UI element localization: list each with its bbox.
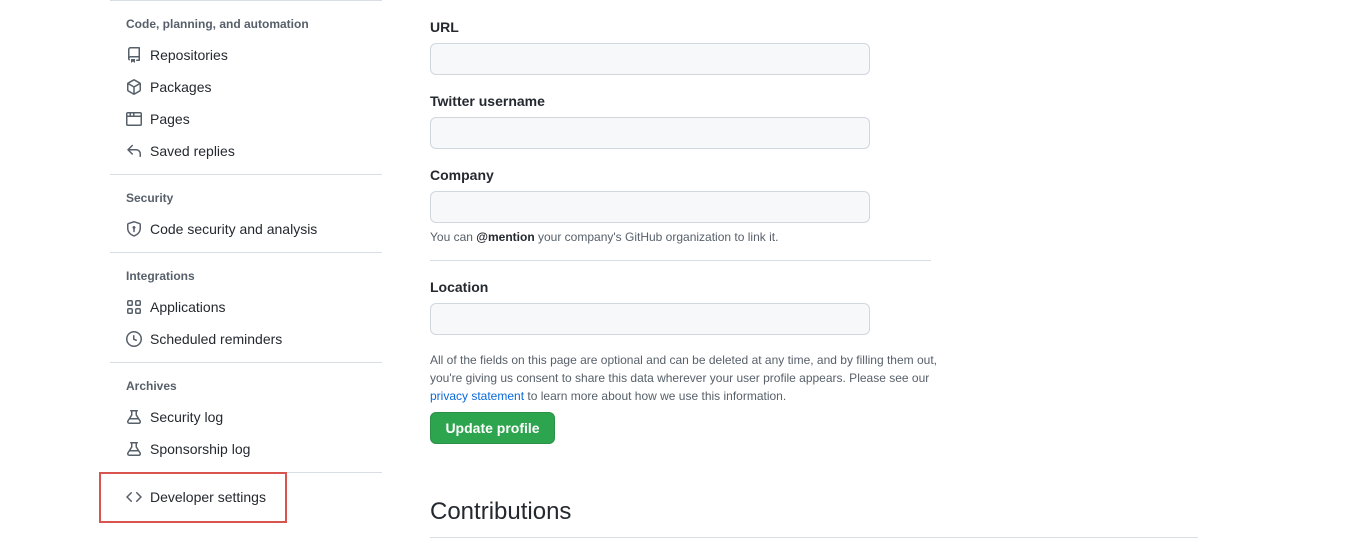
company-input[interactable] <box>430 191 870 223</box>
sidebar-item-security-log[interactable]: Security log <box>116 402 376 432</box>
clock-icon <box>126 331 142 347</box>
profile-form: URL Twitter username Company You can @me… <box>430 0 1210 544</box>
sidebar-item-pages[interactable]: Pages <box>116 104 376 134</box>
sidebar-item-repositories[interactable]: Repositories <box>116 40 376 70</box>
shield-lock-icon <box>126 221 142 237</box>
privacy-disclaimer: All of the fields on this page are optio… <box>430 351 940 405</box>
sidebar-item-label: Packages <box>150 79 212 95</box>
sidebar-item-saved-replies[interactable]: Saved replies <box>116 136 376 166</box>
twitter-username-input[interactable] <box>430 117 870 149</box>
sidebar-divider <box>110 0 382 1</box>
sidebar-item-developer-settings[interactable]: Developer settings <box>116 482 376 512</box>
repo-icon <box>126 47 142 63</box>
twitter-username-label: Twitter username <box>430 93 545 109</box>
log-icon <box>126 409 142 425</box>
sidebar-item-label: Saved replies <box>150 143 235 159</box>
location-input[interactable] <box>430 303 870 335</box>
privacy-statement-link[interactable]: privacy statement <box>430 389 524 403</box>
disclaimer-suffix: to learn more about how we use this info… <box>527 389 787 403</box>
contributions-divider <box>430 537 1198 538</box>
log-icon <box>126 441 142 457</box>
sidebar-item-code-security[interactable]: Code security and analysis <box>116 214 376 244</box>
sidebar-heading-archives: Archives <box>126 379 177 393</box>
update-profile-button[interactable]: Update profile <box>430 412 555 444</box>
url-input[interactable] <box>430 43 870 75</box>
code-icon <box>126 489 142 505</box>
settings-sidebar: Code, planning, and automation Repositor… <box>110 0 382 544</box>
sidebar-heading-code-planning: Code, planning, and automation <box>126 17 309 31</box>
company-note-prefix: You can <box>430 230 473 244</box>
company-note-mention: @mention <box>476 230 535 244</box>
company-label: Company <box>430 167 494 183</box>
sidebar-divider <box>110 174 382 175</box>
location-label: Location <box>430 279 489 295</box>
reply-icon <box>126 143 142 159</box>
browser-icon <box>126 111 142 127</box>
form-divider <box>430 260 931 261</box>
sidebar-divider <box>110 472 382 473</box>
contributions-heading: Contributions <box>430 498 572 525</box>
sidebar-item-label: Applications <box>150 299 226 315</box>
url-label: URL <box>430 19 459 35</box>
sidebar-item-applications[interactable]: Applications <box>116 292 376 322</box>
sidebar-item-label: Sponsorship log <box>150 441 251 457</box>
sidebar-item-scheduled-reminders[interactable]: Scheduled reminders <box>116 324 376 354</box>
package-icon <box>126 79 142 95</box>
sidebar-item-label: Developer settings <box>150 489 266 505</box>
sidebar-item-packages[interactable]: Packages <box>116 72 376 102</box>
sidebar-heading-security: Security <box>126 191 174 205</box>
sidebar-item-label: Code security and analysis <box>150 221 318 237</box>
sidebar-item-label: Repositories <box>150 47 228 63</box>
sidebar-divider <box>110 252 382 253</box>
sidebar-item-sponsorship-log[interactable]: Sponsorship log <box>116 434 376 464</box>
sidebar-heading-integrations: Integrations <box>126 269 195 283</box>
sidebar-item-label: Pages <box>150 111 190 127</box>
apps-icon <box>126 299 142 315</box>
company-note-suffix: your company's GitHub organization to li… <box>538 230 779 244</box>
sidebar-divider <box>110 362 382 363</box>
disclaimer-text: All of the fields on this page are optio… <box>430 353 937 385</box>
company-note: You can @mention your company's GitHub o… <box>430 230 778 244</box>
sidebar-item-label: Security log <box>150 409 224 425</box>
sidebar-item-label: Scheduled reminders <box>150 331 283 347</box>
